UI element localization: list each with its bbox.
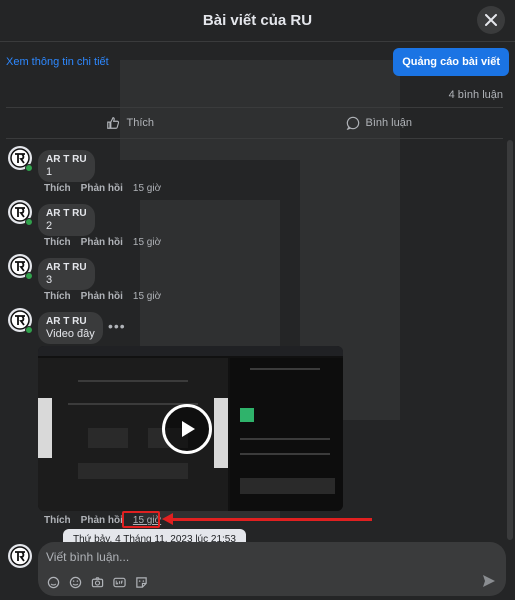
comment-item: AR T RU Video đây ••• — [8, 308, 468, 348]
online-status-dot — [25, 272, 33, 280]
scrollbar[interactable] — [507, 140, 513, 540]
sticker-icon[interactable] — [134, 575, 148, 589]
video-thumbnail-right-pane — [230, 358, 343, 511]
gif-icon[interactable] — [112, 575, 126, 589]
comment-like-link[interactable]: Thích — [44, 237, 71, 248]
dialog-title: Bài viết của RU — [202, 12, 313, 29]
comment-author[interactable]: AR T RU — [46, 154, 87, 165]
camera-icon[interactable] — [90, 575, 104, 589]
comment-author[interactable]: AR T RU — [46, 262, 87, 273]
comment-reply-link[interactable]: Phản hồi — [81, 515, 123, 526]
close-icon — [485, 14, 497, 26]
play-button[interactable] — [162, 404, 212, 454]
comment-bubble: AR T RU 1 — [38, 150, 95, 182]
avatar-sticker-icon[interactable] — [46, 575, 60, 589]
comment-text: 1 — [46, 166, 53, 178]
online-status-dot — [25, 326, 33, 334]
post-subbar: Xem thông tin chi tiết Quảng cáo bài viế… — [0, 42, 515, 82]
online-status-dot — [25, 218, 33, 226]
comment-text: 2 — [46, 220, 53, 232]
more-options-icon[interactable]: ••• — [108, 318, 126, 334]
composer-tools — [46, 575, 148, 589]
comment-video[interactable] — [38, 346, 343, 511]
comment-item: AR T RU 3 Thích Phản hồi 15 giờ — [8, 254, 468, 306]
view-details-link[interactable]: Xem thông tin chi tiết — [6, 56, 109, 68]
comment-item: AR T RU 2 Thích Phản hồi 15 giờ — [8, 200, 468, 252]
comment-label: Bình luận — [365, 117, 412, 129]
send-button[interactable] — [482, 574, 496, 591]
post-action-bar: Thích Bình luận — [6, 107, 503, 139]
comment-count[interactable]: 4 bình luận — [449, 89, 503, 101]
comment-button[interactable]: Bình luận — [255, 108, 504, 138]
comment-timestamp[interactable]: 15 giờ — [133, 183, 161, 194]
comment-input[interactable] — [46, 548, 466, 566]
comment-item: AR T RU 1 Thích Phản hồi 15 giờ — [8, 146, 468, 198]
promote-post-button[interactable]: Quảng cáo bài viết — [393, 48, 509, 76]
comment-author[interactable]: AR T RU — [46, 316, 95, 327]
comment-reply-link[interactable]: Phản hồi — [81, 183, 123, 194]
emoji-icon[interactable] — [68, 575, 82, 589]
dialog-header: Bài viết của RU — [0, 0, 515, 42]
avatar[interactable] — [8, 544, 32, 568]
comment-actions: Thích Phản hồi 15 giờ — [44, 237, 161, 248]
online-status-dot — [25, 164, 33, 172]
comment-author[interactable]: AR T RU — [46, 208, 87, 219]
play-icon — [182, 421, 195, 437]
comment-timestamp[interactable]: 15 giờ — [133, 237, 161, 248]
like-label: Thích — [126, 117, 154, 129]
comment-bubble: AR T RU 2 — [38, 204, 95, 236]
comment-bubble: AR T RU Video đây — [38, 312, 103, 344]
annotation-arrow-line — [172, 518, 372, 521]
comment-bubble: AR T RU 3 — [38, 258, 95, 290]
comment-actions: Thích Phản hồi 15 giờ — [44, 291, 161, 302]
thumbs-up-icon — [107, 117, 120, 129]
video-thumbnail-toolbar — [38, 346, 343, 356]
comment-reply-link[interactable]: Phản hồi — [81, 291, 123, 302]
comment-like-link[interactable]: Thích — [44, 183, 71, 194]
comment-like-link[interactable]: Thích — [44, 291, 71, 302]
like-button[interactable]: Thích — [6, 108, 255, 138]
stats-row: 4 bình luận — [0, 84, 503, 106]
comment-text: 3 — [46, 274, 53, 286]
annotation-highlight-box — [122, 511, 160, 528]
comment-reply-link[interactable]: Phản hồi — [81, 237, 123, 248]
comment-text: Video đây — [46, 328, 95, 340]
comment-like-link[interactable]: Thích — [44, 515, 71, 526]
comment-timestamp[interactable]: 15 giờ — [133, 291, 161, 302]
comment-input-box — [38, 542, 506, 596]
send-icon — [483, 575, 495, 587]
comment-icon — [346, 116, 359, 130]
comment-actions: Thích Phản hồi 15 giờ — [44, 183, 161, 194]
logo-icon — [10, 546, 30, 566]
comment-composer — [8, 540, 508, 598]
close-button[interactable] — [477, 6, 505, 34]
